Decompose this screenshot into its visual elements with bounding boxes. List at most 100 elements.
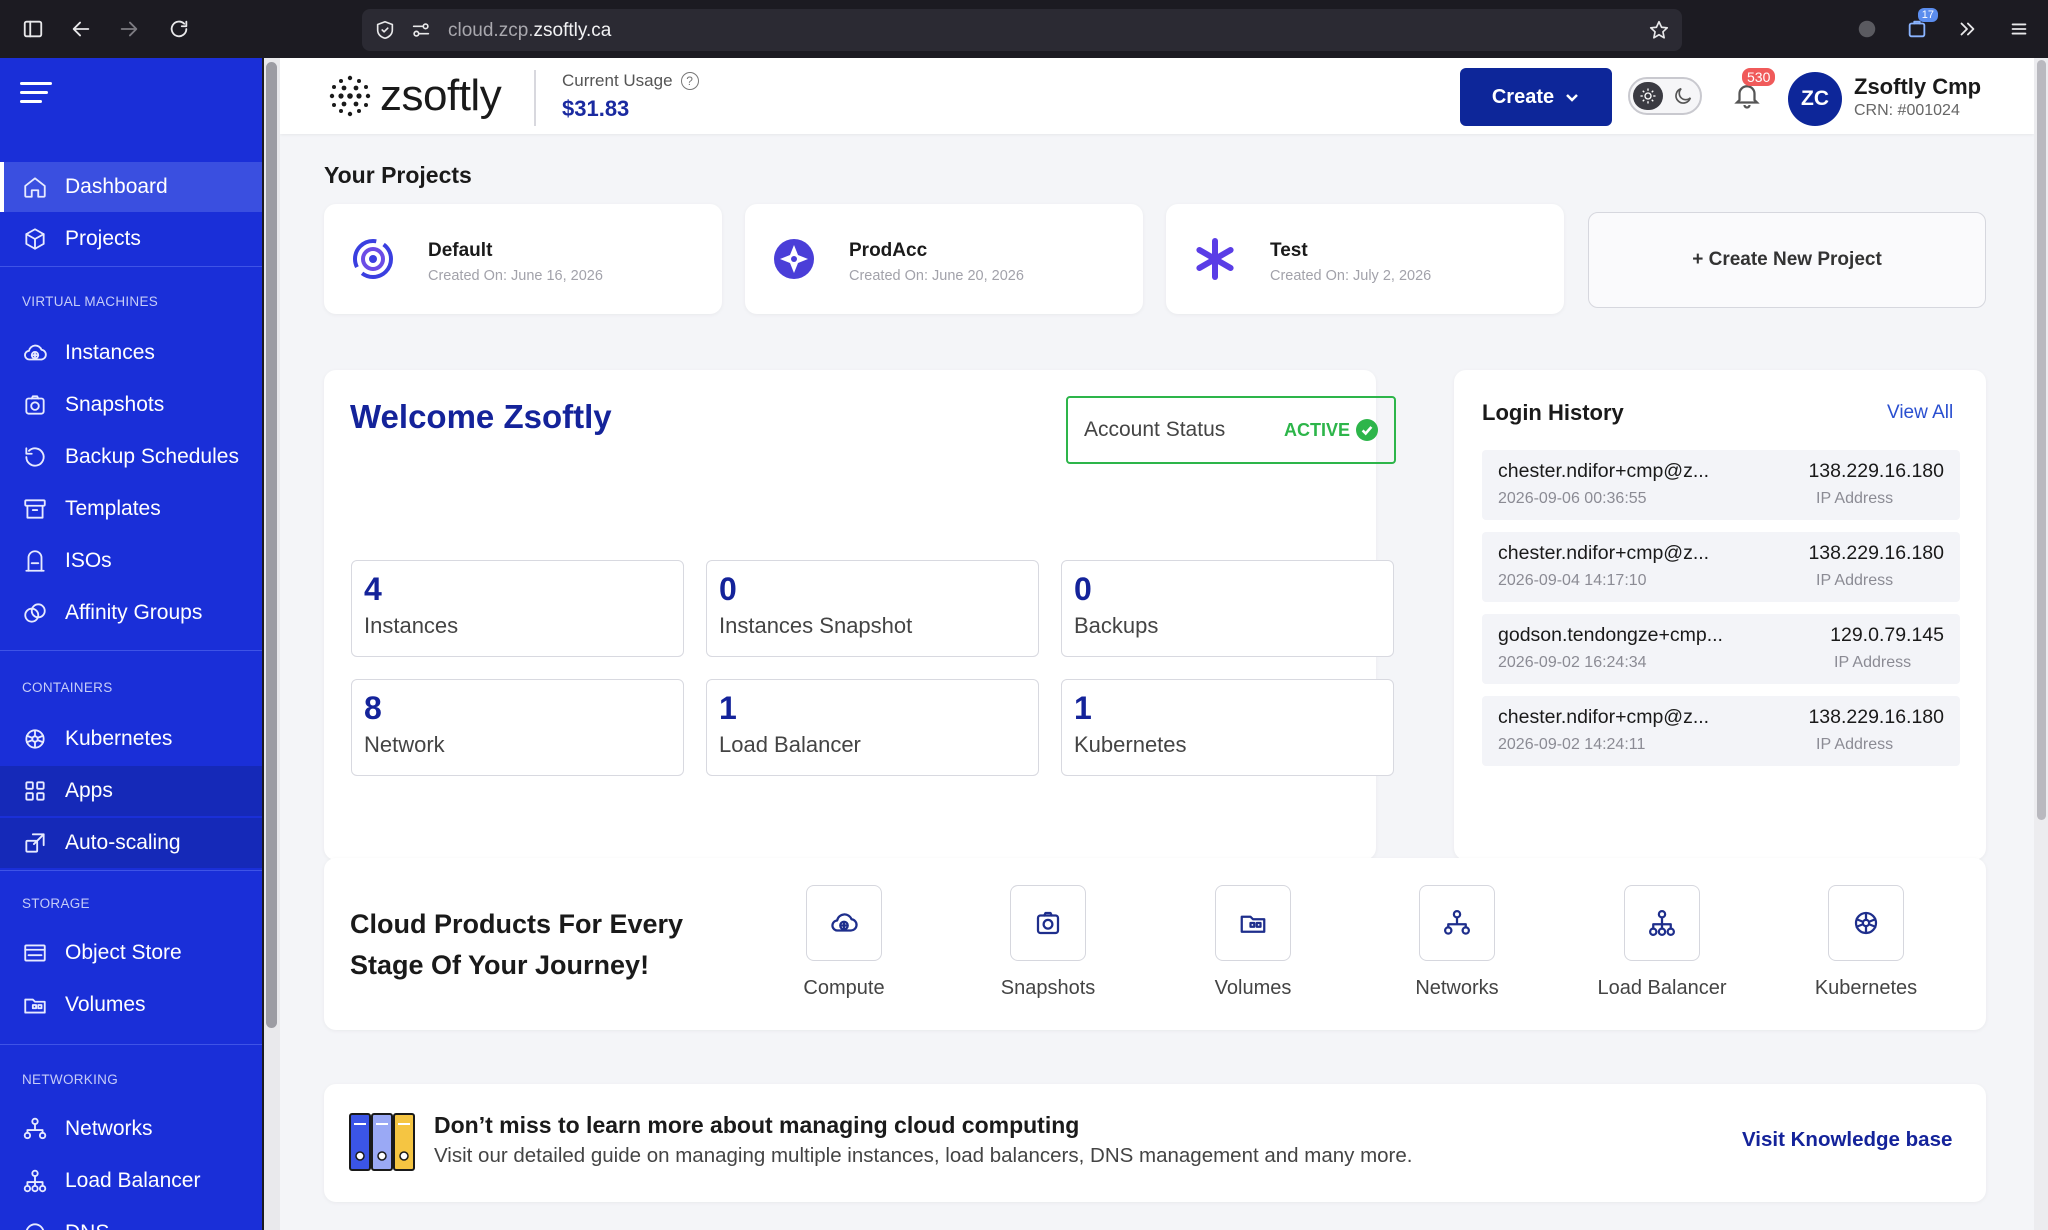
product-label: Load Balancer <box>1597 977 1727 999</box>
product-load-balancer[interactable]: Load Balancer <box>1582 885 1742 1000</box>
login-time: 2026-09-04 14:17:10 <box>1498 572 1647 589</box>
sidebar-item-dashboard[interactable]: Dashboard <box>0 162 262 212</box>
notification-count-badge: 530 <box>1742 68 1776 86</box>
bookmark-star-icon[interactable] <box>1648 19 1670 41</box>
sidebar-item-templates[interactable]: Templates <box>0 484 262 534</box>
sidebar-item-instances[interactable]: Instances <box>0 328 262 378</box>
extension-icon[interactable] <box>1852 14 1882 44</box>
archive-icon <box>21 495 49 523</box>
sidebar-item-label: Kubernetes <box>65 727 173 750</box>
sidebar-item-load-balancer[interactable]: Load Balancer <box>0 1156 262 1206</box>
project-name: Default <box>428 240 493 261</box>
sidebar-item-kubernetes[interactable]: Kubernetes <box>0 714 262 764</box>
theme-toggle[interactable] <box>1628 77 1702 115</box>
project-prodacc-icon <box>774 239 814 279</box>
sidebar-toggle-icon[interactable] <box>18 14 48 44</box>
product-kubernetes[interactable]: Kubernetes <box>1786 885 1946 1000</box>
site-permissions-icon[interactable] <box>410 19 432 41</box>
back-icon[interactable] <box>66 14 96 44</box>
login-history-title: Login History <box>1482 400 1624 425</box>
sidebar-item-label: Templates <box>65 497 161 520</box>
sidebar-section-title: CONTAINERS <box>22 680 113 695</box>
stat-backups[interactable]: 0 Backups <box>1061 560 1394 657</box>
create-new-project-button[interactable]: + Create New Project <box>1588 212 1986 308</box>
sidebar-item-affinity-groups[interactable]: Affinity Groups <box>0 588 262 638</box>
product-compute[interactable]: Compute <box>764 885 924 1000</box>
product-networks[interactable]: Networks <box>1377 885 1537 1000</box>
avatar[interactable]: ZC <box>1788 72 1842 126</box>
project-card-prodacc[interactable]: ProdAcc Created On: June 20, 2026 <box>745 204 1143 314</box>
product-volumes[interactable]: Volumes <box>1173 885 1333 1000</box>
stat-instances-snapshot[interactable]: 0 Instances Snapshot <box>706 560 1039 657</box>
sidebar: Dashboard Projects VIRTUAL MACHINES Inst… <box>0 58 262 1230</box>
knowledge-description: Visit our detailed guide on managing mul… <box>434 1144 1413 1167</box>
login-ip: 129.0.79.145 <box>1830 624 1944 646</box>
current-usage-label: Current Usage ? <box>562 71 699 91</box>
welcome-title: Welcome Zsoftly <box>350 398 612 435</box>
visit-knowledge-base-link[interactable]: Visit Knowledge base <box>1742 1128 1952 1152</box>
zsoftly-logo[interactable]: zsoftly <box>328 72 502 120</box>
reload-icon[interactable] <box>164 14 194 44</box>
sidebar-section-title: STORAGE <box>22 896 90 911</box>
main-scrollbar-thumb[interactable] <box>2037 60 2046 820</box>
stat-label: Instances <box>364 613 459 638</box>
moon-icon <box>1672 85 1694 107</box>
sun-icon <box>1633 82 1663 110</box>
address-bar[interactable]: cloud.zcp.zsoftly.ca <box>362 9 1682 51</box>
hamburger-menu-icon[interactable] <box>20 82 52 104</box>
stat-instances[interactable]: 4 Instances <box>351 560 684 657</box>
disc-icon <box>21 547 49 575</box>
user-crn: CRN: #001024 <box>1854 102 1960 119</box>
sidebar-item-label: Volumes <box>65 993 146 1016</box>
product-snapshots[interactable]: Snapshots <box>968 885 1128 1000</box>
sidebar-item-projects[interactable]: Projects <box>0 214 262 264</box>
sidebar-scrollbar-thumb[interactable] <box>266 62 277 1028</box>
sidebar-item-auto-scaling[interactable]: Auto-scaling <box>0 818 262 868</box>
kubernetes-icon <box>21 725 49 753</box>
sidebar-item-isos[interactable]: ISOs <box>0 536 262 586</box>
login-email: chester.ndifor+cmp@z... <box>1498 542 1710 564</box>
project-card-default[interactable]: Default Created On: June 16, 2026 <box>324 204 722 314</box>
overflow-chevrons-icon[interactable] <box>1952 14 1982 44</box>
ip-address-label: IP Address <box>1816 490 1894 507</box>
apps-icon <box>21 777 49 805</box>
cube-icon <box>21 225 49 253</box>
user-name[interactable]: Zsoftly Cmp <box>1854 74 1981 100</box>
view-all-link[interactable]: View All <box>1887 402 1953 424</box>
forward-icon[interactable] <box>114 14 144 44</box>
sidebar-divider <box>0 266 262 267</box>
menu-icon[interactable] <box>2004 14 2034 44</box>
sidebar-item-backup-schedules[interactable]: Backup Schedules <box>0 432 262 482</box>
sidebar-item-volumes[interactable]: Volumes <box>0 980 262 1030</box>
project-default-icon <box>353 239 393 279</box>
sidebar-item-dns[interactable]: DNS <box>0 1208 262 1230</box>
affinity-icon <box>21 599 49 627</box>
shield-icon[interactable] <box>374 19 396 41</box>
project-card-test[interactable]: Test Created On: July 2, 2026 <box>1166 204 1564 314</box>
stat-network[interactable]: 8 Network <box>351 679 684 776</box>
sidebar-item-snapshots[interactable]: Snapshots <box>0 380 262 430</box>
create-button[interactable]: Create <box>1460 68 1612 126</box>
login-history-row: chester.ndifor+cmp@z... 2026-09-04 14:17… <box>1482 532 1960 602</box>
stat-kubernetes[interactable]: 1 Kubernetes <box>1061 679 1394 776</box>
stat-load-balancer[interactable]: 1 Load Balancer <box>706 679 1039 776</box>
sidebar-item-label: Auto-scaling <box>65 831 181 854</box>
sidebar-divider <box>0 1044 262 1045</box>
sidebar-item-label: Load Balancer <box>65 1169 201 1192</box>
stat-label: Network <box>364 732 445 757</box>
dns-icon <box>21 1219 49 1230</box>
help-icon[interactable]: ? <box>680 72 699 90</box>
product-label: Networks <box>1415 977 1499 999</box>
product-label: Snapshots <box>1000 977 1096 999</box>
sidebar-item-label: Networks <box>65 1117 153 1140</box>
extension-badge-icon[interactable]: 17 <box>1902 8 1938 44</box>
knowledge-title: Don’t miss to learn more about managing … <box>434 1112 1080 1138</box>
login-ip: 138.229.16.180 <box>1808 706 1944 728</box>
sidebar-item-object-store[interactable]: Object Store <box>0 928 262 978</box>
sidebar-item-networks[interactable]: Networks <box>0 1104 262 1154</box>
project-created-date: Created On: June 20, 2026 <box>849 268 1024 284</box>
project-test-icon <box>1196 238 1234 280</box>
login-history-row: chester.ndifor+cmp@z... 2026-09-06 00:36… <box>1482 450 1960 520</box>
sidebar-item-apps[interactable]: Apps <box>0 766 262 816</box>
sidebar-item-label: Snapshots <box>65 393 165 416</box>
